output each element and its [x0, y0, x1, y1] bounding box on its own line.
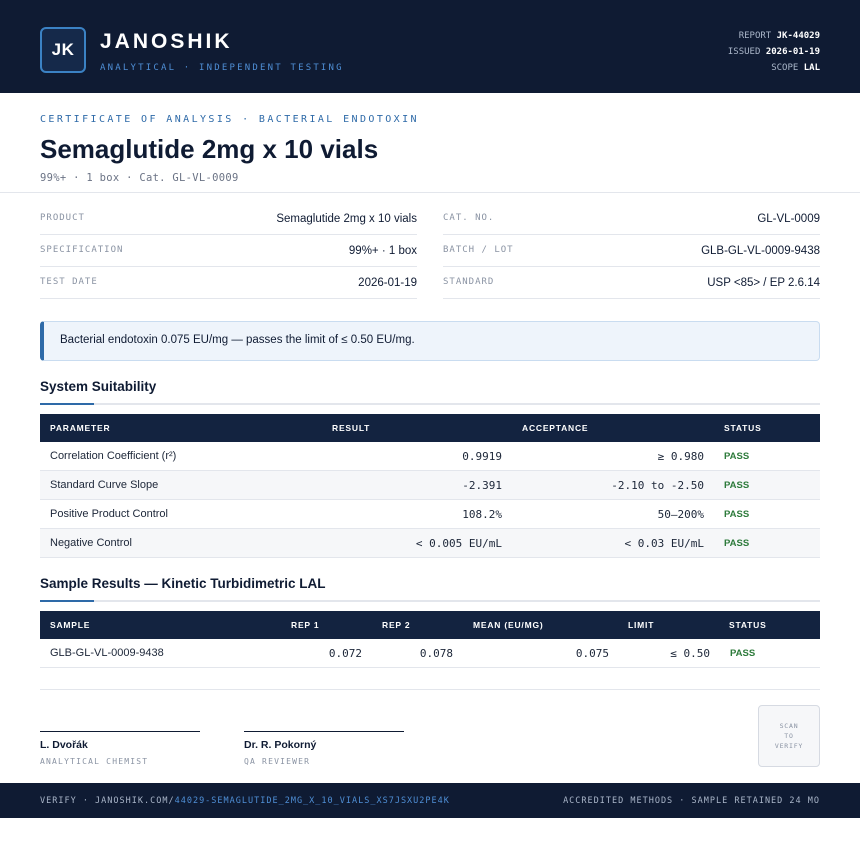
info-batch: BATCH / LOT GLB-GL-VL-0009-9438	[443, 235, 820, 267]
certificate-eyebrow: CERTIFICATE OF ANALYSIS · BACTERIAL ENDO…	[40, 114, 419, 125]
info-label: STANDARD	[443, 277, 495, 287]
cell-parameter: Positive Product Control	[50, 508, 168, 520]
cell-parameter: Negative Control	[50, 537, 132, 549]
report-header: JK JANOSHIK ANALYTICAL · INDEPENDENT TES…	[0, 0, 860, 93]
info-value: GLB-GL-VL-0009-9438	[701, 245, 820, 257]
issued-date: 2026-01-19	[765, 47, 820, 57]
signature-line	[244, 731, 404, 732]
info-label: PRODUCT	[40, 213, 85, 223]
signatory-name: Dr. R. Pokorný	[244, 739, 317, 751]
col-limit: LIMIT	[628, 620, 655, 630]
page-subtitle: 99%+ · 1 box · Cat. GL-VL-0009	[40, 172, 239, 184]
cell-result: -2.391	[462, 479, 502, 492]
cell-result: 108.2%	[462, 508, 502, 521]
brand-tagline: ANALYTICAL · INDEPENDENT TESTING	[100, 63, 344, 73]
report-footer: VERIFY · JANOSHIK.COM/44029-SEMAGLUTIDE_…	[0, 783, 860, 818]
col-rep2: REP 2	[382, 620, 411, 630]
status-badge: PASS	[724, 451, 750, 462]
info-value: Semaglutide 2mg x 10 vials	[276, 213, 417, 225]
qr-line: SCAN	[779, 722, 799, 730]
qr-line: TO	[784, 732, 794, 740]
scope-value: LAL	[803, 63, 820, 73]
verify-text: VERIFY · JANOSHIK.COM/44029-SEMAGLUTIDE_…	[40, 796, 450, 806]
info-test-date: TEST DATE 2026-01-19	[40, 267, 417, 299]
col-result: RESULT	[332, 423, 371, 433]
verify-qr-placeholder[interactable]: SCAN TO VERIFY	[758, 705, 820, 767]
signature-divider	[40, 689, 820, 690]
info-label: BATCH / LOT	[443, 245, 514, 255]
table-row: Negative Control < 0.005 EU/mL < 0.03 EU…	[40, 529, 820, 558]
status-badge: PASS	[724, 480, 750, 491]
status-badge: PASS	[724, 538, 750, 549]
col-mean: MEAN (EU/MG)	[473, 620, 544, 630]
verify-prefix: VERIFY · JANOSHIK.COM/	[40, 796, 175, 806]
info-label: CAT. NO.	[443, 213, 495, 223]
info-value: USP <85> / EP 2.6.14	[707, 277, 820, 289]
info-standard: STANDARD USP <85> / EP 2.6.14	[443, 267, 820, 299]
qr-line: VERIFY	[774, 742, 804, 750]
footer-note: ACCREDITED METHODS · SAMPLE RETAINED 24 …	[563, 796, 820, 806]
table-row: GLB-GL-VL-0009-9438 0.072 0.078 0.075 ≤ …	[40, 639, 820, 668]
issued-label: ISSUED	[727, 47, 761, 57]
report-number: JK-44029	[776, 31, 820, 41]
scope-label: SCOPE	[771, 63, 799, 73]
signatory-role: ANALYTICAL CHEMIST	[40, 757, 149, 766]
info-specification: SPECIFICATION 99%+ · 1 box	[40, 235, 417, 267]
result-summary: Bacterial endotoxin 0.075 EU/mg — passes…	[60, 334, 415, 346]
cell-result: 0.9919	[462, 450, 502, 463]
cell-sample: GLB-GL-VL-0009-9438	[50, 647, 164, 659]
section-rule	[40, 403, 820, 405]
signature-line	[40, 731, 200, 732]
cell-limit: ≤ 0.50	[670, 647, 710, 660]
info-product: PRODUCT Semaglutide 2mg x 10 vials	[40, 203, 417, 235]
samples-title: Sample Results — Kinetic Turbidimetric L…	[40, 576, 326, 591]
cell-mean: 0.075	[575, 647, 609, 660]
col-sample: SAMPLE	[50, 620, 91, 630]
info-value: 2026-01-19	[358, 277, 417, 289]
title-divider	[0, 192, 860, 193]
status-badge: PASS	[730, 648, 756, 659]
info-value: 99%+ · 1 box	[348, 245, 417, 257]
info-label: TEST DATE	[40, 277, 98, 287]
table-header: SAMPLE REP 1 REP 2 MEAN (EU/MG) LIMIT ST…	[40, 611, 820, 639]
info-value: GL-VL-0009	[757, 213, 820, 225]
info-cat-no: CAT. NO. GL-VL-0009	[443, 203, 820, 235]
col-rep1: REP 1	[291, 620, 320, 630]
report-label: REPORT	[738, 31, 772, 41]
info-label: SPECIFICATION	[40, 245, 124, 255]
col-parameter: PARAMETER	[50, 423, 111, 433]
signatory-name: L. Dvořák	[40, 739, 88, 751]
table-row: Positive Product Control 108.2% 50–200% …	[40, 500, 820, 529]
result-banner: Bacterial endotoxin 0.075 EU/mg — passes…	[40, 321, 820, 361]
table-row: Standard Curve Slope -2.391 -2.10 to -2.…	[40, 471, 820, 500]
section-rule	[40, 600, 820, 602]
signatory-role: QA REVIEWER	[244, 757, 311, 766]
table-header: PARAMETER RESULT ACCEPTANCE STATUS	[40, 414, 820, 442]
suitability-title: System Suitability	[40, 379, 157, 394]
brand-logo: JK	[40, 27, 86, 73]
status-badge: PASS	[724, 509, 750, 520]
brand-name: JANOSHIK	[100, 30, 233, 53]
cell-acceptance: 50–200%	[657, 508, 704, 521]
cell-acceptance: < 0.03 EU/mL	[624, 537, 704, 550]
verify-link[interactable]: 44029-SEMAGLUTIDE_2MG_X_10_VIALS_XS7JSXU…	[175, 796, 450, 806]
table-row: Correlation Coefficient (r²) 0.9919 ≥ 0.…	[40, 442, 820, 471]
cell-rep2: 0.078	[419, 647, 453, 660]
cell-result: < 0.005 EU/mL	[415, 537, 502, 550]
cell-acceptance: ≥ 0.980	[657, 450, 704, 463]
col-status: STATUS	[724, 423, 762, 433]
cell-parameter: Correlation Coefficient (r²)	[50, 450, 177, 462]
report-meta: REPORT JK-44029 ISSUED 2026-01-19 SCOPE …	[728, 28, 820, 76]
cell-acceptance: -2.10 to -2.50	[611, 479, 704, 492]
col-acceptance: ACCEPTANCE	[522, 423, 589, 433]
cell-parameter: Standard Curve Slope	[50, 479, 159, 491]
col-status: STATUS	[729, 620, 767, 630]
cell-rep1: 0.072	[328, 647, 362, 660]
suitability-table: PARAMETER RESULT ACCEPTANCE STATUS Corre…	[40, 414, 820, 558]
page-title: Semaglutide 2mg x 10 vials	[40, 134, 379, 164]
samples-table: SAMPLE REP 1 REP 2 MEAN (EU/MG) LIMIT ST…	[40, 611, 820, 668]
